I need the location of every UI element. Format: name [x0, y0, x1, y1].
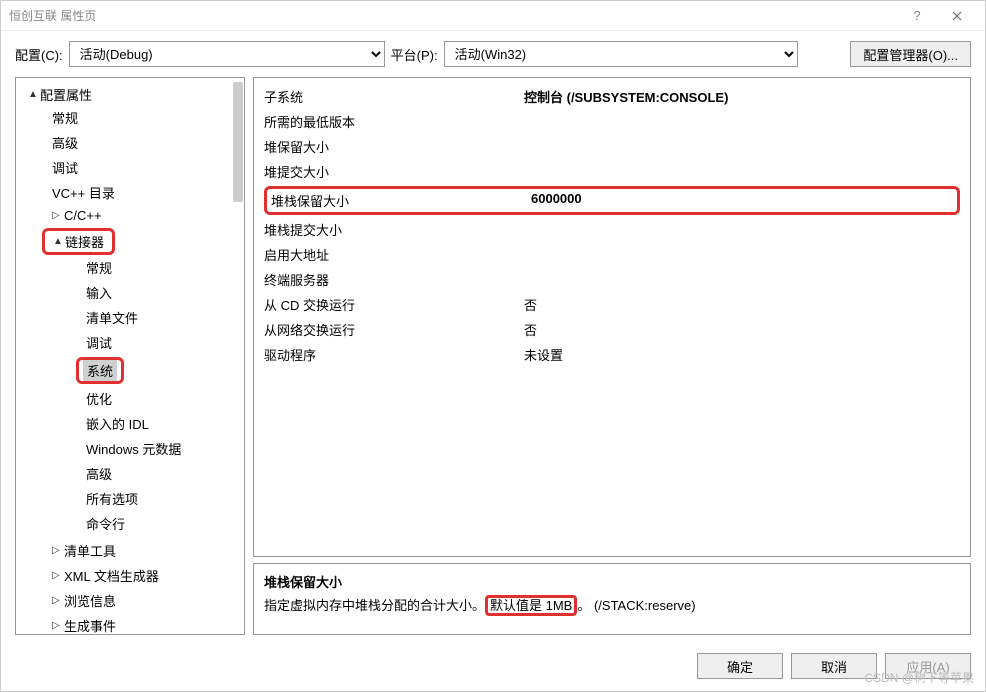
close-button[interactable] [937, 2, 977, 30]
property-value[interactable]: 6000000 [531, 191, 953, 210]
tree-item-xml-doc[interactable]: ▷XML 文档生成器 [48, 565, 244, 586]
properties-grid[interactable]: 子系统控制台 (/SUBSYSTEM:CONSOLE)所需的最低版本堆保留大小堆… [253, 77, 971, 557]
caret-right-icon: ▷ [52, 545, 64, 556]
tree-item-vcpp-dirs[interactable]: VC++ 目录 [48, 182, 244, 203]
property-label: 堆栈提交大小 [264, 220, 524, 239]
property-label: 堆提交大小 [264, 162, 524, 181]
tree-item-build-events[interactable]: ▷生成事件 [48, 615, 244, 635]
property-row[interactable]: 堆保留大小 [264, 134, 960, 159]
property-label: 堆保留大小 [264, 137, 524, 156]
config-select[interactable]: 活动(Debug) [69, 41, 385, 67]
description-body: 指定虚拟内存中堆栈分配的合计大小。默认值是 1MB。 (/STACK:reser… [264, 595, 960, 614]
property-label: 启用大地址 [264, 245, 524, 264]
tree-root-config[interactable]: ▲配置属性 [24, 84, 244, 105]
help-button[interactable]: ? [897, 2, 937, 30]
tree-item-general[interactable]: 常规 [48, 107, 244, 128]
property-label: 驱动程序 [264, 345, 524, 364]
tree-item-linker-idl[interactable]: 嵌入的 IDL [82, 413, 244, 434]
property-value[interactable] [524, 112, 960, 131]
tree-item-linker-general[interactable]: 常规 [82, 257, 244, 278]
property-value[interactable]: 否 [524, 295, 960, 314]
watermark-text: CSDN @树下等苹果 [864, 669, 974, 686]
tree-item-linker-optimize[interactable]: 优化 [82, 388, 244, 409]
property-label: 子系统 [264, 87, 524, 106]
config-label: 配置(C): [15, 45, 63, 64]
caret-right-icon: ▷ [52, 210, 64, 221]
property-label: 终端服务器 [264, 270, 524, 289]
property-label: 堆栈保留大小 [271, 191, 531, 210]
window-title: 恒创互联 属性页 [9, 7, 897, 24]
tree-item-manifest-tool[interactable]: ▷清单工具 [48, 540, 244, 561]
tree-item-browse[interactable]: ▷浏览信息 [48, 590, 244, 611]
scrollbar-thumb[interactable] [233, 82, 243, 202]
property-row[interactable]: 堆提交大小 [264, 159, 960, 184]
highlight-system: 系统 [76, 357, 124, 384]
property-row[interactable]: 驱动程序未设置 [264, 342, 960, 367]
tree-item-debug[interactable]: 调试 [48, 157, 244, 178]
caret-right-icon: ▷ [52, 620, 64, 631]
property-value[interactable] [524, 162, 960, 181]
property-row[interactable]: 所需的最低版本 [264, 109, 960, 134]
property-row[interactable]: 终端服务器 [264, 267, 960, 292]
property-row[interactable]: 启用大地址 [264, 242, 960, 267]
close-icon [952, 11, 962, 21]
highlight-default-value: 默认值是 1MB [485, 595, 577, 616]
property-row[interactable]: 堆栈保留大小6000000 [264, 186, 960, 215]
property-row[interactable]: 从网络交换运行否 [264, 317, 960, 342]
dialog-footer: 确定 取消 应用(A) [1, 645, 985, 691]
property-label: 从 CD 交换运行 [264, 295, 524, 314]
tree-item-linker-system[interactable]: 系统 [83, 360, 117, 381]
caret-down-icon: ▲ [28, 89, 40, 100]
property-row[interactable]: 从 CD 交换运行否 [264, 292, 960, 317]
property-row[interactable]: 堆栈提交大小 [264, 217, 960, 242]
config-manager-button[interactable]: 配置管理器(O)... [850, 41, 971, 67]
tree-item-linker-winmd[interactable]: Windows 元数据 [82, 438, 244, 459]
tree-item-advanced[interactable]: 高级 [48, 132, 244, 153]
description-title: 堆栈保留大小 [264, 572, 960, 591]
property-page-window: 恒创互联 属性页 ? 配置(C): 活动(Debug) 平台(P): 活动(Wi… [0, 0, 986, 692]
caret-down-icon: ▲ [53, 236, 65, 247]
property-tree[interactable]: ▲配置属性 常规 高级 调试 VC++ 目录 ▷C/C++ ▲链接器 常规 输入… [15, 77, 245, 635]
description-panel: 堆栈保留大小 指定虚拟内存中堆栈分配的合计大小。默认值是 1MB。 (/STAC… [253, 563, 971, 635]
tree-item-linker-debug[interactable]: 调试 [82, 332, 244, 353]
tree-item-linker-advanced[interactable]: 高级 [82, 463, 244, 484]
ok-button[interactable]: 确定 [697, 653, 783, 679]
property-value[interactable]: 控制台 (/SUBSYSTEM:CONSOLE) [524, 87, 960, 106]
caret-right-icon: ▷ [52, 595, 64, 606]
tree-item-linker-input[interactable]: 输入 [82, 282, 244, 303]
tree-item-linker-manifest[interactable]: 清单文件 [82, 307, 244, 328]
platform-label: 平台(P): [391, 45, 438, 64]
property-value[interactable] [524, 220, 960, 239]
tree-item-linker-cmd[interactable]: 命令行 [82, 513, 244, 534]
highlight-linker: ▲链接器 [42, 228, 115, 255]
caret-right-icon: ▷ [52, 570, 64, 581]
tree-item-linker[interactable]: ▲链接器 [49, 231, 108, 252]
property-label: 从网络交换运行 [264, 320, 524, 339]
titlebar: 恒创互联 属性页 ? [1, 1, 985, 31]
property-label: 所需的最低版本 [264, 112, 524, 131]
property-value[interactable]: 未设置 [524, 345, 960, 364]
platform-select[interactable]: 活动(Win32) [444, 41, 798, 67]
property-value[interactable] [524, 245, 960, 264]
property-value[interactable]: 否 [524, 320, 960, 339]
config-toolbar: 配置(C): 活动(Debug) 平台(P): 活动(Win32) 配置管理器(… [1, 31, 985, 77]
property-value[interactable] [524, 270, 960, 289]
property-value[interactable] [524, 137, 960, 156]
property-row[interactable]: 子系统控制台 (/SUBSYSTEM:CONSOLE) [264, 84, 960, 109]
tree-item-linker-all[interactable]: 所有选项 [82, 488, 244, 509]
tree-item-cpp[interactable]: ▷C/C++ [48, 207, 244, 224]
